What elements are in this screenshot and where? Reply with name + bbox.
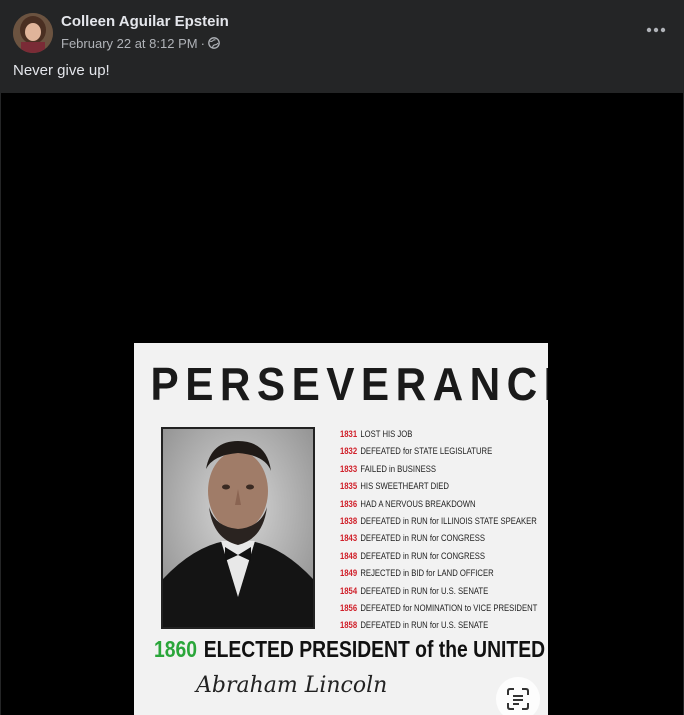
lincoln-portrait [161,427,315,629]
timeline-year: 1833 [340,462,358,474]
list-item: 1832 DEFEATED for STATE LEGISLATURE [340,442,508,459]
list-item: 1849 REJECTED in BID for LAND OFFICER [340,564,508,581]
timeline-event: DEFEATED in RUN for U.S. SENATE [360,584,489,596]
timeline-event: DEFEATED in RUN for U.S. SENATE [360,619,489,631]
list-item: 1831 LOST HIS JOB [340,425,508,442]
timeline-year: 1856 [340,601,358,613]
scan-text-icon [507,688,529,710]
timeline-year: 1836 [340,497,358,509]
post-text: Never give up! [13,62,110,79]
more-options-button[interactable] [642,18,670,42]
timeline-event: FAILED in BUSINESS [360,462,437,474]
list-item: 1833 FAILED in BUSINESS [340,460,508,477]
timeline-year: 1854 [340,584,358,596]
timeline-event: HAD A NERVOUS BREAKDOWN [360,497,476,509]
timeline-year: 1849 [340,567,358,579]
list-item: 1835 HIS SWEETHEART DIED [340,477,508,494]
list-item: 1858 DEFEATED in RUN for U.S. SENATE [340,616,508,633]
timeline-list: 1831 LOST HIS JOB 1832 DEFEATED for STATE … [340,425,545,634]
list-item: 1843 DEFEATED in RUN for CONGRESS [340,529,508,546]
timeline-year: 1835 [340,480,358,492]
timeline-year: 1832 [340,445,358,457]
post-header: Colleen Aguilar Epstein February 22 at 8… [0,0,684,92]
timeline-event: DEFEATED for STATE LEGISLATURE [360,445,493,457]
author-name[interactable]: Colleen Aguilar Epstein [61,13,229,30]
timeline-event: DEFEATED for NOMINATION to VICE PRESIDEN… [360,601,538,613]
poster-image[interactable]: PERSEVERANCE 1831 LOST HIS JOB 1832 DEFEAT… [134,343,548,715]
timeline-event: LOST HIS JOB [360,428,413,439]
list-item: 1848 DEFEATED in RUN for CONGRESS [340,547,508,564]
timeline-year: 1831 [340,428,358,439]
post-timestamp[interactable]: February 22 at 8:12 PM [61,36,198,51]
list-item: 1838 DEFEATED in RUN for ILLINOIS STATE S… [340,512,537,529]
timeline-year: 1858 [340,619,358,631]
post-meta: February 22 at 8:12 PM · [61,35,220,51]
timeline-event: DEFEATED in RUN for ILLINOIS STATE SPEAK… [360,514,537,526]
list-item: 1854 DEFEATED in RUN for U.S. SENATE [340,582,508,599]
globe-icon[interactable] [208,37,220,49]
poster-title: PERSEVERANCE [150,358,548,410]
elected-text: ELECTED PRESIDENT of the UNITED STATES [203,636,548,662]
timeline-year: 1848 [340,549,358,561]
timeline-year: 1838 [340,514,358,526]
elected-year: 1860 [154,636,197,662]
elected-headline: 1860ELECTED PRESIDENT of the UNITED STAT… [154,636,548,663]
timeline-event: DEFEATED in RUN for CONGRESS [360,549,485,561]
meta-separator: · [200,35,205,51]
list-item: 1836 HAD A NERVOUS BREAKDOWN [340,495,508,512]
more-options-icon [646,27,666,33]
visual-search-button[interactable] [496,677,540,715]
signature: Abraham Lincoln [196,673,388,698]
timeline-event: DEFEATED in RUN for CONGRESS [360,532,485,544]
timeline-event: REJECTED in BID for LAND OFFICER [360,567,494,579]
avatar[interactable] [13,13,53,53]
list-item: 1856 DEFEATED for NOMINATION to VICE PRES… [340,599,537,616]
timeline-event: HIS SWEETHEART DIED [360,480,449,492]
timeline-year: 1843 [340,532,358,544]
